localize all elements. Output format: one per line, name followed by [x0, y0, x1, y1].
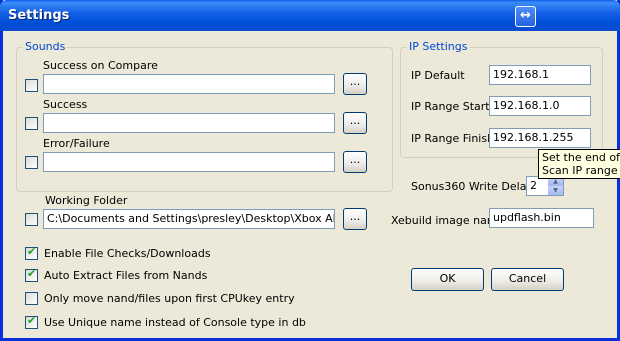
xebuild-image-name-input[interactable]: updflash.bin: [489, 208, 594, 228]
success-browse-button[interactable]: ...: [343, 112, 367, 134]
use-unique-name-checkbox[interactable]: [25, 314, 38, 329]
working-folder-label: Working Folder: [45, 194, 128, 207]
tooltip-line-1: Set the end of IP: [542, 151, 620, 164]
settings-window: Settings ↔ Sounds Success on Compare ...…: [0, 0, 620, 341]
sonus-write-delay-value: 2: [530, 179, 537, 192]
ip-range-start-label: IP Range Start: [411, 100, 490, 113]
only-move-nand-checkbox[interactable]: [25, 292, 38, 305]
working-folder-input[interactable]: C:\Documents and Settings\presley\Deskto…: [43, 209, 335, 229]
error-failure-input[interactable]: [43, 152, 335, 172]
only-move-nand-label[interactable]: Only move nand/files upon first CPUkey e…: [44, 292, 295, 305]
sonus-write-delay-label: Sonus360 Write Delay: [411, 180, 533, 193]
auto-extract-checkbox[interactable]: [25, 267, 38, 282]
ip-default-label: IP Default: [411, 69, 465, 82]
success-input[interactable]: [43, 113, 335, 133]
spinner-buttons[interactable]: ▲ ▼: [548, 177, 563, 195]
error-failure-label: Error/Failure: [43, 137, 110, 150]
success-label: Success: [43, 98, 88, 111]
success-on-compare-browse-button[interactable]: ...: [343, 73, 367, 95]
success-checkbox[interactable]: [25, 117, 38, 130]
error-failure-checkbox[interactable]: [25, 156, 38, 169]
cancel-button[interactable]: Cancel: [491, 268, 564, 291]
ip-default-input[interactable]: 192.168.1: [489, 65, 591, 85]
ok-button[interactable]: OK: [411, 268, 484, 291]
window-title: Settings: [8, 8, 70, 23]
enable-file-checks-label[interactable]: Enable File Checks/Downloads: [44, 247, 211, 260]
auto-extract-label[interactable]: Auto Extract Files from Nands: [44, 269, 207, 282]
success-on-compare-input[interactable]: [43, 74, 335, 94]
success-on-compare-checkbox[interactable]: [25, 79, 38, 92]
error-failure-browse-button[interactable]: ...: [343, 151, 367, 173]
ip-range-start-input[interactable]: 192.168.1.0: [489, 96, 591, 116]
tooltip-line-2: Scan IP range fur: [542, 164, 620, 177]
spin-down-icon[interactable]: ▼: [548, 186, 563, 195]
enable-file-checks-checkbox[interactable]: [25, 245, 38, 260]
xebuild-image-name-label: Xebuild image name: [391, 214, 505, 227]
ip-settings-group-label: IP Settings: [407, 40, 470, 53]
ip-range-finish-label: IP Range Finish: [411, 132, 495, 145]
resize-arrows-icon[interactable]: ↔: [515, 6, 536, 27]
use-unique-name-label[interactable]: Use Unique name instead of Console type …: [44, 316, 306, 329]
sonus-write-delay-stepper[interactable]: 2 ▲ ▼: [526, 176, 564, 196]
ip-range-finish-input[interactable]: 192.168.1.255: [489, 128, 591, 148]
title-bar[interactable]: Settings ↔: [0, 0, 620, 31]
success-on-compare-label: Success on Compare: [43, 59, 158, 72]
working-folder-checkbox[interactable]: [25, 213, 38, 226]
ip-range-finish-tooltip: Set the end of IP Scan IP range fur: [538, 149, 620, 179]
sounds-group-label: Sounds: [23, 40, 68, 53]
working-folder-browse-button[interactable]: ...: [343, 208, 367, 230]
